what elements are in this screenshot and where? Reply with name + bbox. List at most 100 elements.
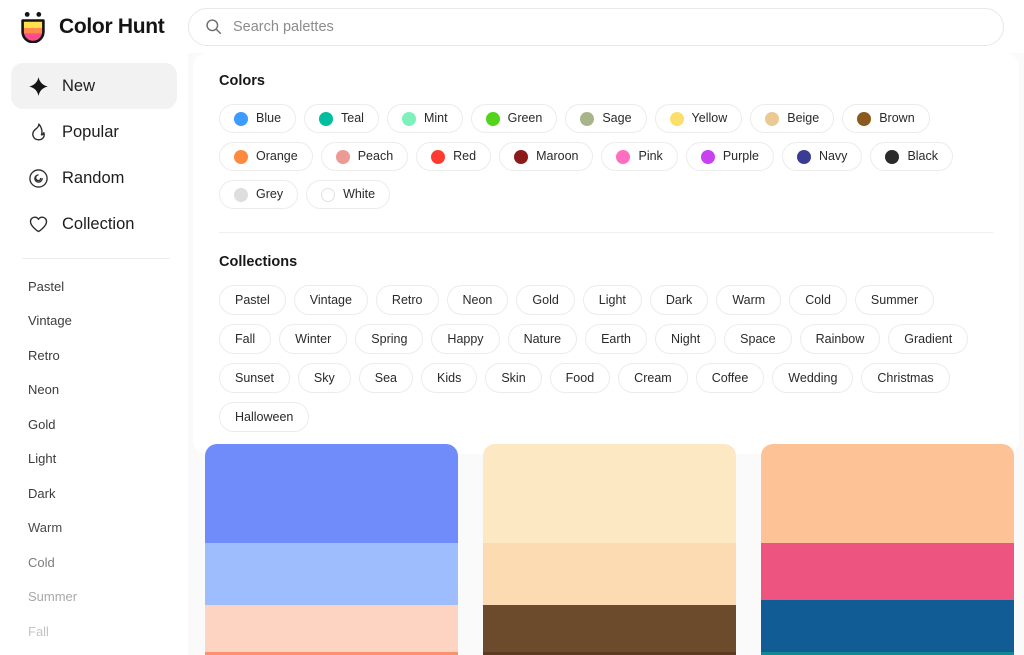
collection-chip-sea[interactable]: Sea [359, 363, 413, 393]
collection-chip-skin[interactable]: Skin [485, 363, 541, 393]
color-chip-blue[interactable]: Blue [219, 104, 296, 133]
color-chip-red[interactable]: Red [416, 142, 491, 171]
flame-icon [28, 122, 49, 143]
palette-color-band[interactable] [205, 605, 458, 652]
color-chip-label: Orange [256, 150, 298, 163]
collection-chip-christmas[interactable]: Christmas [861, 363, 949, 393]
sidebar-item-new[interactable]: New [11, 63, 177, 109]
collection-chip-wedding[interactable]: Wedding [772, 363, 853, 393]
collection-chip-rainbow[interactable]: Rainbow [800, 324, 881, 354]
collection-chip-halloween[interactable]: Halloween [219, 402, 309, 432]
collection-chip-earth[interactable]: Earth [585, 324, 647, 354]
color-chip-brown[interactable]: Brown [842, 104, 929, 133]
palette-color-band[interactable] [483, 543, 736, 605]
collection-chip-sunset[interactable]: Sunset [219, 363, 290, 393]
collection-chip-sky[interactable]: Sky [298, 363, 351, 393]
collection-chip-gradient[interactable]: Gradient [888, 324, 968, 354]
color-chip-peach[interactable]: Peach [321, 142, 408, 171]
color-chip-navy[interactable]: Navy [782, 142, 862, 171]
sparkle-diamond-icon [28, 76, 49, 97]
palette-color-band[interactable] [761, 600, 1014, 652]
sidebar-tag-neon[interactable]: Neon [0, 373, 188, 408]
search-input[interactable] [233, 9, 987, 45]
color-chip-orange[interactable]: Orange [219, 142, 313, 171]
palette-color-band[interactable] [483, 444, 736, 543]
collection-filter-row: Pastel Vintage Retro NeonGold Light Dark Warm C… [219, 285, 993, 432]
color-chip-beige[interactable]: Beige [750, 104, 834, 133]
tag-label: Light [28, 451, 56, 466]
collection-chip-neon[interactable]: Neon [447, 285, 509, 315]
sidebar-tag-cold[interactable]: Cold [0, 545, 188, 580]
color-swatch-white-icon [321, 188, 335, 202]
color-swatch-black-icon [885, 150, 899, 164]
color-chip-yellow[interactable]: Yellow [655, 104, 743, 133]
palette-color-band[interactable] [205, 444, 458, 543]
collection-chip-happy[interactable]: Happy [431, 324, 499, 354]
collection-chip-retro[interactable]: Retro [376, 285, 439, 315]
sidebar-tag-retro[interactable]: Retro [0, 338, 188, 373]
sidebar-tag-fall[interactable]: Fall [0, 614, 188, 649]
collection-chip-cream[interactable]: Cream [618, 363, 688, 393]
collection-chip-warm[interactable]: Warm [716, 285, 781, 315]
palette-grid [205, 444, 1015, 655]
color-chip-mint[interactable]: Mint [387, 104, 463, 133]
collection-chip-coffee[interactable]: Coffee [696, 363, 765, 393]
collection-chip-cold[interactable]: Cold [789, 285, 847, 315]
color-swatch-brown-icon [857, 112, 871, 126]
color-chip-maroon[interactable]: Maroon [499, 142, 593, 171]
palette-peach-teal[interactable] [761, 444, 1014, 655]
color-swatch-beige-icon [765, 112, 779, 126]
sidebar-item-label: Collection [62, 215, 134, 234]
palette-blue-coral[interactable] [205, 444, 458, 655]
search-container [188, 8, 1024, 46]
sidebar: New Popular Random Collection Pastel Vin… [0, 53, 188, 655]
sidebar-item-label: Random [62, 169, 124, 188]
brand-logo[interactable]: Color Hunt [0, 11, 188, 43]
color-chip-black[interactable]: Black [870, 142, 953, 171]
collection-chip-pastel[interactable]: Pastel [219, 285, 286, 315]
search-box[interactable] [188, 8, 1004, 46]
collections-section-title: Collections [219, 254, 993, 270]
sidebar-tag-vintage[interactable]: Vintage [0, 304, 188, 339]
color-chip-white[interactable]: White [306, 180, 390, 209]
sidebar-item-label: Popular [62, 123, 119, 142]
color-chip-purple[interactable]: Purple [686, 142, 774, 171]
tag-label: Neon [28, 382, 59, 397]
collection-chip-spring[interactable]: Spring [355, 324, 423, 354]
collection-chip-food[interactable]: Food [550, 363, 611, 393]
sidebar-tag-light[interactable]: Light [0, 442, 188, 477]
palette-color-band[interactable] [483, 605, 736, 652]
sidebar-tag-summer[interactable]: Summer [0, 580, 188, 615]
sidebar-item-collection[interactable]: Collection [11, 201, 177, 247]
palette-cream-brown[interactable] [483, 444, 736, 655]
filter-panel: Colors BlueTealMintGreenSageYellowBeigeB… [193, 53, 1019, 454]
sidebar-item-random[interactable]: Random [11, 155, 177, 201]
collection-chip-fall[interactable]: Fall [219, 324, 271, 354]
sidebar-tag-pastel[interactable]: Pastel [0, 269, 188, 304]
color-chip-green[interactable]: Green [471, 104, 558, 133]
palette-color-band[interactable] [761, 444, 1014, 543]
palette-color-band[interactable] [761, 543, 1014, 600]
sidebar-tag-gold[interactable]: Gold [0, 407, 188, 442]
color-chip-grey[interactable]: Grey [219, 180, 298, 209]
collection-chip-summer[interactable]: Summer [855, 285, 934, 315]
sidebar-tag-dark[interactable]: Dark [0, 476, 188, 511]
collection-chip-space[interactable]: Space [724, 324, 791, 354]
collection-chip-dark[interactable]: Dark [650, 285, 708, 315]
collection-chip-gold[interactable]: Gold [516, 285, 574, 315]
collection-chip-nature[interactable]: Nature [508, 324, 578, 354]
sidebar-item-label: New [62, 77, 95, 96]
color-chip-teal[interactable]: Teal [304, 104, 379, 133]
collection-chip-kids[interactable]: Kids [421, 363, 477, 393]
color-chip-sage[interactable]: Sage [565, 104, 646, 133]
sidebar-item-popular[interactable]: Popular [11, 109, 177, 155]
collection-chip-night[interactable]: Night [655, 324, 716, 354]
collection-chip-winter[interactable]: Winter [279, 324, 347, 354]
tag-label: Vintage [28, 313, 72, 328]
collection-chip-light[interactable]: Light [583, 285, 642, 315]
color-chip-pink[interactable]: Pink [601, 142, 677, 171]
palette-color-band[interactable] [205, 543, 458, 605]
collection-chip-vintage[interactable]: Vintage [294, 285, 368, 315]
sidebar-tag-warm[interactable]: Warm [0, 511, 188, 546]
tag-label: Warm [28, 520, 62, 535]
